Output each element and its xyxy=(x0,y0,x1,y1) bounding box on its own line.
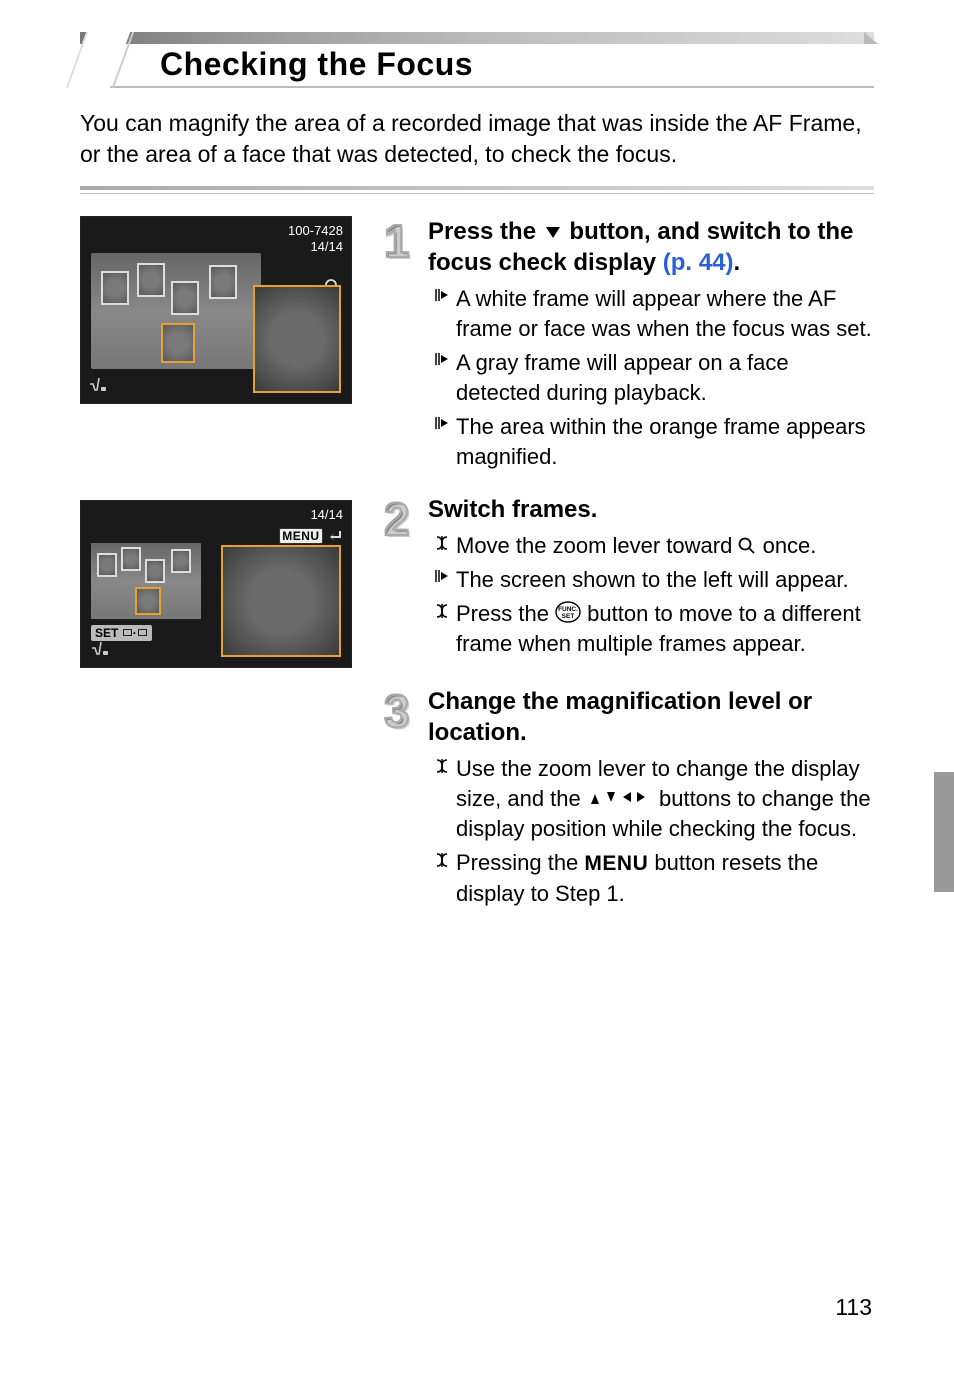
step-3-heading: 3 Change the magnification level or loca… xyxy=(428,686,874,748)
operation-icon xyxy=(428,531,456,561)
step-1-heading: 1 Press the button, and switch to the fo… xyxy=(428,216,874,278)
chapter-tabs xyxy=(934,772,954,894)
operation-bullet: Press the FUNC.SET button to move to a d… xyxy=(428,599,874,659)
result-arrow-icon xyxy=(428,565,456,595)
divider xyxy=(80,186,874,194)
result-arrow-icon xyxy=(428,412,456,472)
quality-icon xyxy=(89,377,107,395)
lcd-screenshot-1: 100-7428 14/14 xyxy=(80,216,352,404)
menu-return-icon: MENU xyxy=(279,527,343,545)
step-number-2: 2 xyxy=(384,490,410,550)
page-reference[interactable]: (p. 44) xyxy=(663,249,734,276)
menu-text-glyph: MENU xyxy=(584,852,648,875)
intro-text: You can magnify the area of a recorded i… xyxy=(80,108,874,170)
image-count: 14/14 xyxy=(288,239,343,255)
step-number-3: 3 xyxy=(384,682,410,742)
result-bullet: A gray frame will appear on a face detec… xyxy=(428,348,874,408)
chapter-tab-current xyxy=(934,772,954,892)
file-number: 100-7428 xyxy=(288,223,343,239)
svg-text:SET: SET xyxy=(562,613,575,620)
operation-icon xyxy=(428,599,456,659)
down-triangle-icon xyxy=(543,223,563,241)
result-bullet: The area within the orange frame appears… xyxy=(428,412,874,472)
result-bullet: A white frame will appear where the AF f… xyxy=(428,284,874,344)
operation-bullet: Move the zoom lever toward once. xyxy=(428,531,874,561)
result-bullet: The screen shown to the left will appear… xyxy=(428,565,874,595)
lcd-screenshot-2: 14/14 MENU SET · xyxy=(80,500,352,668)
result-arrow-icon xyxy=(428,348,456,408)
step-number-1: 1 xyxy=(384,212,410,272)
operation-bullet: Use the zoom lever to change the display… xyxy=(428,754,874,844)
page-number: 113 xyxy=(835,1294,872,1321)
svg-text:FUNC.: FUNC. xyxy=(558,606,578,613)
four-way-icon xyxy=(587,788,653,808)
section-title: Checking the Focus xyxy=(160,46,473,83)
operation-bullet: Pressing the MENU button resets the disp… xyxy=(428,848,874,908)
image-count: 14/14 xyxy=(310,507,343,522)
operation-icon xyxy=(428,848,456,908)
quality-icon xyxy=(91,641,109,659)
section-title-bar: Checking the Focus xyxy=(80,32,874,88)
func-set-button-icon: FUNC.SET xyxy=(555,601,581,623)
operation-icon xyxy=(428,754,456,844)
set-switch-badge: SET · xyxy=(91,625,152,641)
magnify-glyph-icon xyxy=(738,537,756,555)
step-2-heading: 2 Switch frames. xyxy=(428,494,874,525)
result-arrow-icon xyxy=(428,284,456,344)
